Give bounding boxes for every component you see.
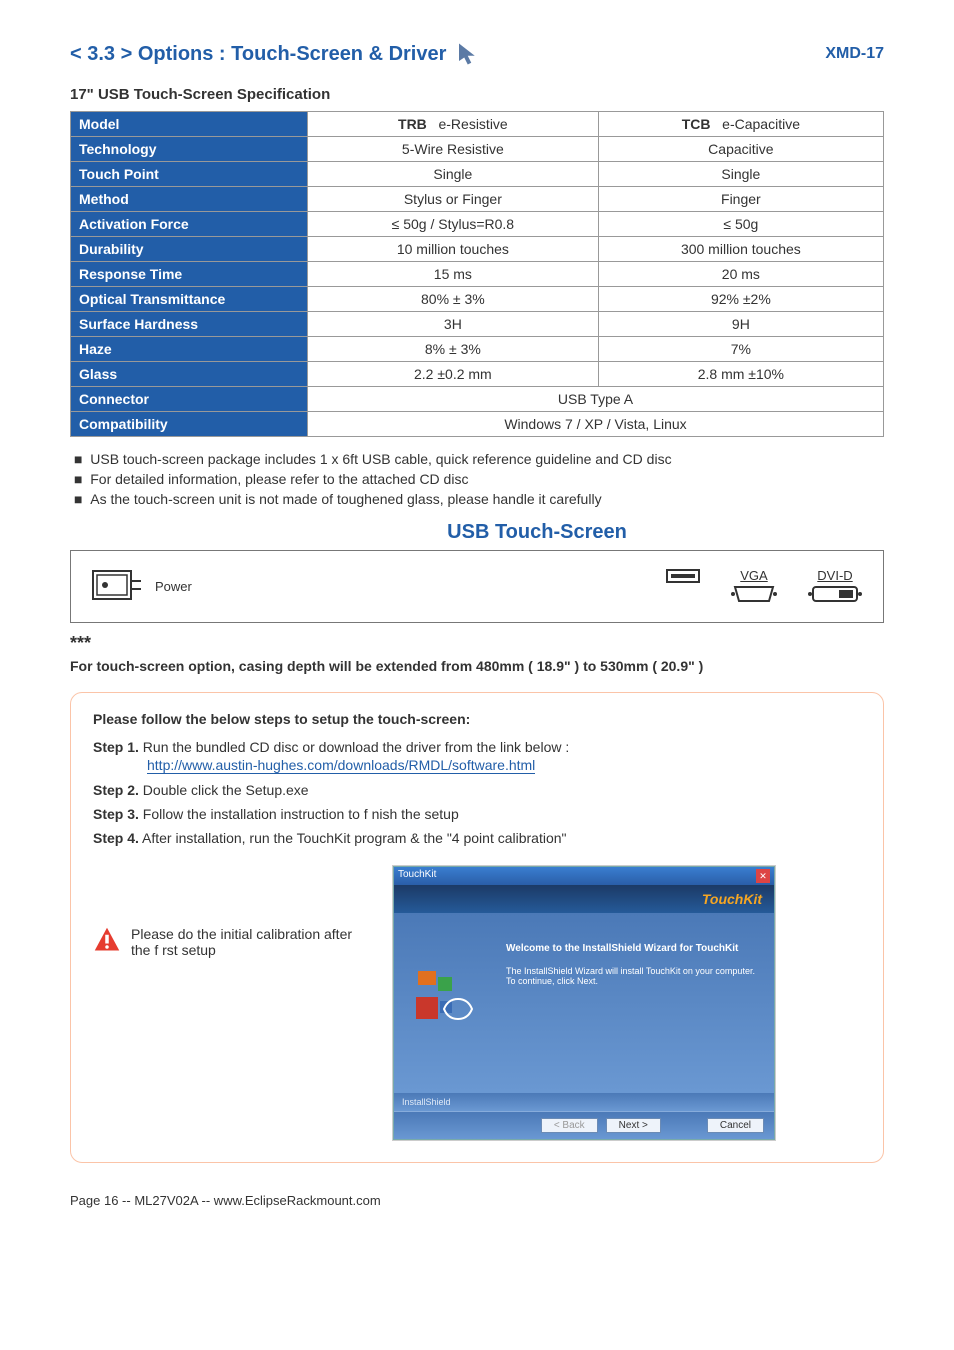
section-title-text: < 3.3 > Options : Touch-Screen & Driver [70,43,446,66]
triple-star: *** [70,633,884,654]
calibration-row: Please do the initial calibration after … [93,866,861,1140]
step-text: After installation, run the TouchKit pro… [142,830,566,846]
back-button[interactable]: < Back [541,1118,598,1133]
table-row: Haze8% ± 3%7% [71,337,884,362]
step-label: Step 2. [93,782,139,798]
download-link[interactable]: http://www.austin-hughes.com/downloads/R… [147,757,535,774]
model-code: XMD-17 [825,45,884,63]
installer-button-row: < Back Next > Cancel [394,1111,774,1139]
cell-trb: TRB e-Resistive [308,112,599,137]
table-row: Technology5-Wire ResistiveCapacitive [71,137,884,162]
spec-table: Model TRB e-Resistive TCB e-Capacitive T… [70,111,884,437]
table-row: Touch PointSingleSingle [71,162,884,187]
step-label: Step 3. [93,806,139,822]
bullet-item: ■ As the touch-screen unit is not made o… [74,491,884,507]
installer-window: TouchKit ✕ TouchKit [393,866,775,1140]
installer-title: TouchKit [398,869,436,883]
installer-welcome-text: The InstallShield Wizard will install To… [506,966,762,986]
step-item: Step 2. Double click the Setup.exe [93,782,861,798]
section-title: < 3.3 > Options : Touch-Screen & Driver [70,40,480,68]
steps-title: Please follow the below steps to setup t… [93,711,861,727]
installer-rightpane: Welcome to the InstallShield Wizard for … [494,913,774,1093]
vga-port-col: VGA [731,568,777,606]
step-text: Double click the Setup.exe [143,782,309,798]
calibration-note-text: Please do the initial calibration after … [131,926,373,958]
installer-leftpane [394,913,494,1093]
usb-port-icon [665,568,701,589]
dvi-port-icon [807,585,863,606]
bullet-item: ■ USB touch-screen package includes 1 x … [74,451,884,467]
warning-icon [93,926,121,954]
usb-heading: USB Touch-Screen [190,521,884,544]
connector-diagram: Power VGA DVI-D [70,550,884,623]
power-label: Power [155,579,192,594]
vga-port-icon [731,585,777,606]
step-item: Step 4. After installation, run the Touc… [93,830,861,846]
step-label: Step 4. [93,830,139,846]
step-text: Follow the installation instruction to f… [143,806,459,822]
table-row: Activation Force≤ 50g / Stylus=R0.8≤ 50g [71,212,884,237]
table-row: Response Time15 ms20 ms [71,262,884,287]
installer-brand: TouchKit [702,891,762,907]
close-icon[interactable]: ✕ [756,869,770,883]
usb-port-col [665,568,701,589]
next-button[interactable]: Next > [606,1118,661,1133]
row-label: Model [71,112,308,137]
table-row: Surface Hardness3H9H [71,312,884,337]
installshield-label: InstallShield [394,1093,774,1111]
table-row: CompatibilityWindows 7 / XP / Vista, Lin… [71,412,884,437]
table-row: Glass2.2 ±0.2 mm2.8 mm ±10% [71,362,884,387]
installer-brandbar: TouchKit [394,885,774,913]
ports-block: VGA DVI-D [665,568,863,606]
step-text: Run the bundled CD disc or download the … [143,739,569,755]
cell-tcb: TCB e-Capacitive [598,112,883,137]
step-item: Step 3. Follow the installation instruct… [93,806,861,822]
table-row: Optical Transmittance80% ± 3%92% ±2% [71,287,884,312]
bullet-item: ■ For detailed information, please refer… [74,471,884,487]
table-row: Model TRB e-Resistive TCB e-Capacitive [71,112,884,137]
dvi-port-col: DVI-D [807,568,863,606]
dvi-label: DVI-D [817,568,852,583]
page-header: < 3.3 > Options : Touch-Screen & Driver … [70,40,884,68]
step-item: Step 1. Run the bundled CD disc or downl… [93,739,861,774]
step-label: Step 1. [93,739,139,755]
pointer-icon [452,40,480,68]
table-row: Durability10 million touches300 million … [71,237,884,262]
power-block: Power [91,565,192,608]
bullet-list: ■ USB touch-screen package includes 1 x … [74,451,884,507]
power-plug-icon [91,565,145,608]
installer-titlebar: TouchKit ✕ [394,867,774,885]
table-row: ConnectorUSB Type A [71,387,884,412]
page-footer: Page 16 -- ML27V02A -- www.EclipseRackmo… [70,1193,884,1208]
installer-welcome-heading: Welcome to the InstallShield Wizard for … [506,943,762,954]
calibration-note: Please do the initial calibration after … [93,926,373,958]
installer-midpane: Welcome to the InstallShield Wizard for … [394,913,774,1093]
table-row: MethodStylus or FingerFinger [71,187,884,212]
setup-steps-box: Please follow the below steps to setup t… [70,692,884,1163]
cancel-button[interactable]: Cancel [707,1118,764,1133]
vga-label: VGA [740,568,767,583]
depth-note: For touch-screen option, casing depth wi… [70,658,884,674]
touch-curve-icon [414,967,474,1040]
spec-subheading: 17" USB Touch-Screen Specification [70,86,884,103]
